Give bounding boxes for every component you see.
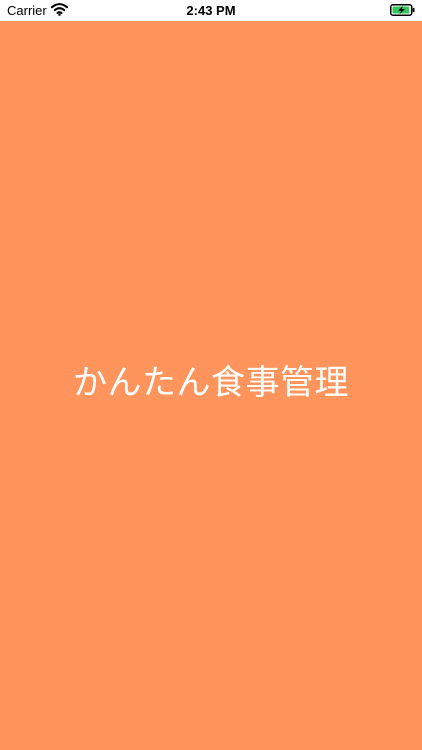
status-bar: Carrier 2:43 PM — [0, 0, 422, 21]
battery-charging-icon — [390, 4, 415, 16]
app-screen: Carrier 2:43 PM かんたん食事管理 — [0, 0, 422, 750]
app-title: かんたん食事管理 — [73, 363, 349, 403]
status-time: 2:43 PM — [186, 3, 236, 18]
